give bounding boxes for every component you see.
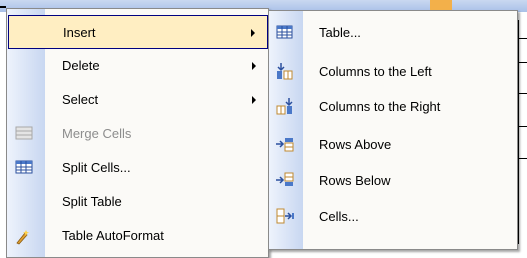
submenu-item-label: Columns to the Right [319, 99, 441, 114]
submenu-item-cells[interactable]: Cells... [269, 199, 517, 234]
submenu-arrow-icon [252, 62, 256, 70]
submenu-item-columns-right[interactable]: Columns to the Right [269, 89, 517, 124]
submenu-item-label: Columns to the Left [319, 64, 432, 79]
submenu-item-table[interactable]: Table... [269, 15, 517, 50]
menu-item-delete[interactable]: Delete [8, 49, 268, 83]
insert-rows-below-icon [275, 171, 295, 189]
table-icon [275, 23, 295, 41]
menu-item-label: Split Cells... [62, 160, 131, 175]
menu-item-insert[interactable]: Insert [8, 15, 268, 49]
menu-item-label: Select [62, 92, 99, 107]
menu-item-split-cells[interactable]: Split Cells... [8, 151, 268, 185]
menu-item-split-table[interactable]: Split Table [8, 185, 268, 219]
table-gridline [519, 38, 527, 39]
merge-cells-icon [15, 125, 33, 141]
submenu-arrow-icon [252, 96, 256, 104]
toolbar-highlight [430, 0, 452, 10]
insert-rows-above-icon [275, 135, 295, 153]
submenu-item-label: Cells... [319, 209, 359, 224]
menu-item-label: Table AutoFormat [62, 228, 164, 243]
table-gridline [519, 126, 527, 127]
insert-cells-icon [275, 207, 295, 225]
submenu-arrow-icon [251, 29, 255, 37]
submenu-item-columns-left[interactable]: Columns to the Left [269, 54, 517, 89]
menu-item-label: Insert [63, 25, 96, 40]
submenu-item-label: Table... [319, 25, 361, 40]
insert-columns-left-icon [275, 62, 295, 80]
split-cells-icon [15, 159, 33, 175]
submenu-item-label: Rows Above [319, 137, 392, 152]
table-context-menu: Insert Delete Select Merge Cells Split C… [6, 8, 269, 258]
menu-item-label: Split Table [62, 194, 122, 209]
menu-item-table-autoformat[interactable]: Table AutoFormat [8, 219, 268, 253]
insert-columns-right-icon [275, 97, 295, 115]
menu-item-merge-cells[interactable]: Merge Cells [8, 117, 268, 151]
submenu-item-rows-below[interactable]: Rows Below [269, 163, 517, 198]
submenu-item-rows-above[interactable]: Rows Above [269, 127, 517, 162]
menu-item-select[interactable]: Select [8, 83, 268, 117]
table-gridline [519, 62, 527, 63]
table-gridline [519, 93, 527, 94]
autoformat-icon [15, 229, 33, 245]
insert-submenu: Table... Columns to the Left Columns to [268, 10, 518, 250]
table-gridline [519, 158, 527, 159]
menu-item-label: Delete [62, 58, 100, 73]
menu-item-label: Merge Cells [62, 126, 132, 141]
submenu-item-label: Rows Below [319, 173, 391, 188]
